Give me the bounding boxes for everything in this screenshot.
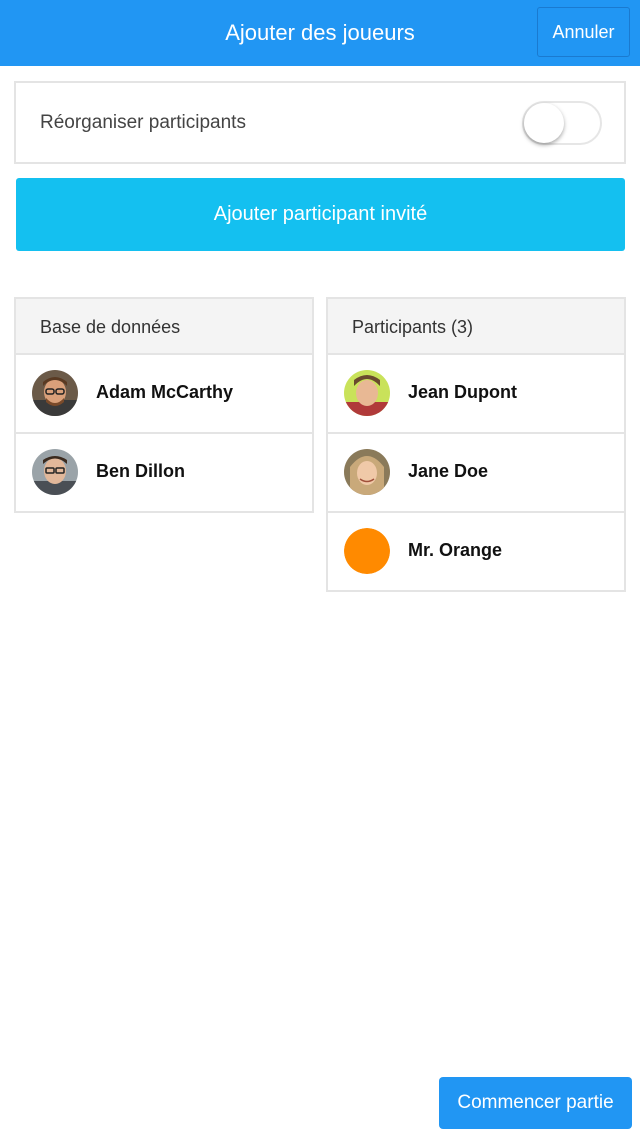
toggle-knob <box>524 103 564 143</box>
start-game-button[interactable]: Commencer partie <box>439 1077 632 1129</box>
database-panel: Base de données Adam McCarthy Ben Dillon <box>14 297 314 513</box>
database-panel-title: Base de données <box>16 299 312 355</box>
reorder-participants-toggle[interactable] <box>522 101 602 145</box>
reorder-participants-label: Réorganiser participants <box>40 112 246 133</box>
list-item[interactable]: Mr. Orange <box>328 513 624 590</box>
avatar <box>32 449 78 495</box>
list-item[interactable]: Jane Doe <box>328 434 624 513</box>
avatar <box>344 370 390 416</box>
add-guest-participant-button[interactable]: Ajouter participant invité <box>16 178 625 251</box>
participants-panel-title: Participants (3) <box>328 299 624 355</box>
player-name: Jean Dupont <box>408 382 518 402</box>
list-item[interactable]: Ben Dillon <box>16 434 312 511</box>
list-item[interactable]: Jean Dupont <box>328 355 624 434</box>
cancel-button[interactable]: Annuler <box>537 7 630 57</box>
player-name: Ben Dillon <box>96 461 185 481</box>
player-name: Adam McCarthy <box>96 382 234 402</box>
avatar <box>344 449 390 495</box>
reorder-participants-row: Réorganiser participants <box>14 81 626 164</box>
app-header: Ajouter des joueurs Annuler <box>0 0 640 66</box>
participants-panel: Participants (3) Jean Dupont Jane Doe Mr… <box>326 297 626 592</box>
player-name: Jane Doe <box>408 461 489 481</box>
avatar <box>344 528 390 574</box>
avatar <box>32 370 78 416</box>
list-item[interactable]: Adam McCarthy <box>16 355 312 434</box>
player-name: Mr. Orange <box>408 540 503 560</box>
